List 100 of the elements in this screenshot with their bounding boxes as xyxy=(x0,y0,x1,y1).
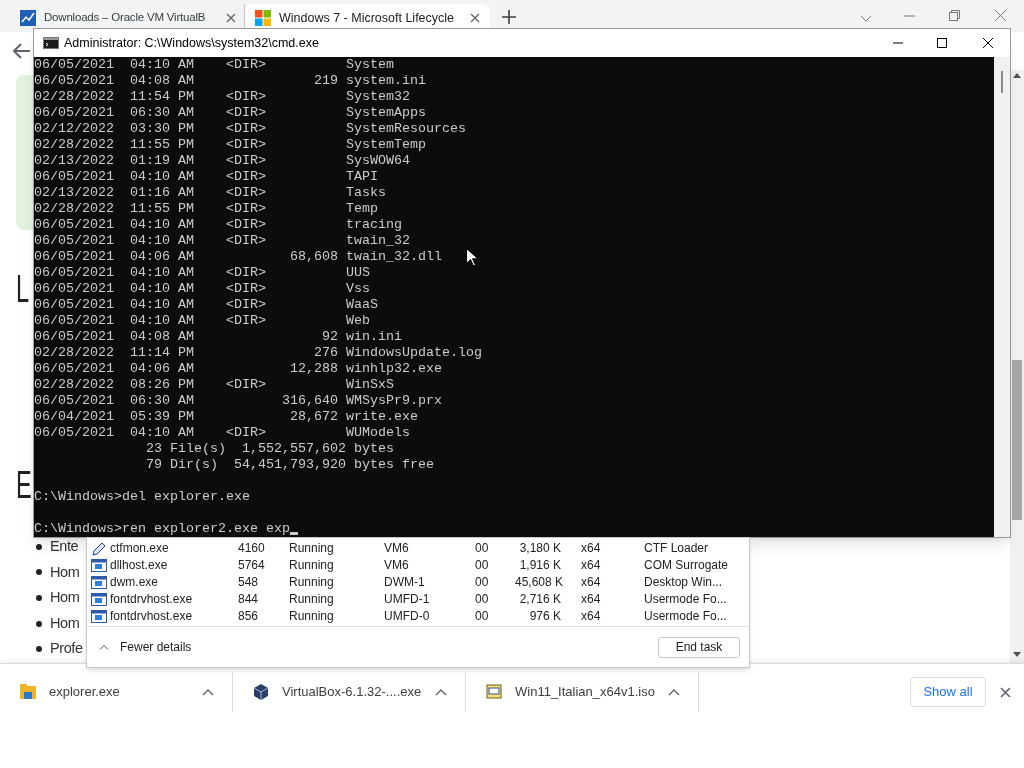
table-cell: DWM-1 xyxy=(384,575,425,589)
table-cell: x64 xyxy=(581,558,601,572)
table-cell: 00 xyxy=(475,541,489,555)
disc-image-icon xyxy=(486,684,502,700)
list-item-text: Hom xyxy=(50,562,80,582)
scroll-down-arrow-icon[interactable] xyxy=(1013,652,1021,658)
table-cell: 976 K xyxy=(529,609,561,623)
end-task-button[interactable]: End task xyxy=(658,636,740,658)
process-name: dllhost.exe xyxy=(110,558,168,572)
window-icon xyxy=(91,608,107,624)
list-item-text: Hom xyxy=(50,613,80,633)
table-cell: 00 xyxy=(475,558,489,572)
show-all-button[interactable]: Show all xyxy=(910,677,986,707)
bullet-icon xyxy=(36,646,42,653)
maximize-icon[interactable] xyxy=(936,37,948,49)
table-cell: Desktop Win... xyxy=(644,575,723,589)
table-cell: 1,916 K xyxy=(519,558,561,572)
console-line: 06/05/2021 04:10 AM <DIR> TAPI xyxy=(34,169,378,185)
table-cell: 00 xyxy=(475,575,489,589)
table-cell: 856 xyxy=(238,609,259,623)
caret-up-icon[interactable] xyxy=(435,688,447,696)
download-item[interactable]: Win11_Italian_x64v1.iso xyxy=(466,672,699,712)
console-line: C:\Windows>ren explorer2.exe exp xyxy=(34,521,290,537)
scroll-up-arrow-icon[interactable] xyxy=(1013,72,1021,78)
download-item[interactable]: VirtualBox-6.1.32-....exe xyxy=(233,672,466,712)
table-cell: 2,716 K xyxy=(519,592,561,606)
console-line: 06/05/2021 04:10 AM <DIR> Vss xyxy=(34,281,370,297)
console-line: 02/12/2022 03:30 PM <DIR> SystemResources xyxy=(34,121,466,137)
table-cell: Running xyxy=(289,609,334,623)
process-name: ctfmon.exe xyxy=(110,541,169,555)
table-cell: x64 xyxy=(581,609,601,623)
table-cell: Running xyxy=(289,558,334,572)
table-cell: VM6 xyxy=(384,541,409,555)
table-cell: Usermode Fo... xyxy=(644,609,727,623)
console-line: 02/13/2022 01:19 AM <DIR> SysWOW64 xyxy=(34,153,410,169)
console-line: 79 Dir(s) 54,451,793,920 bytes free xyxy=(144,457,434,473)
window-icon xyxy=(91,557,107,573)
console-line: 06/05/2021 04:10 AM <DIR> WaaS xyxy=(34,297,378,313)
four-squares-icon xyxy=(255,10,271,26)
bullet-icon xyxy=(36,543,42,550)
console-line: C:\Windows>del explorer.exe xyxy=(34,489,250,505)
mouse-pointer-icon xyxy=(466,248,478,267)
page-heading: L xyxy=(16,268,30,310)
table-cell: Running xyxy=(289,541,334,555)
back-arrow-icon[interactable] xyxy=(13,43,31,59)
process-name: dwm.exe xyxy=(110,575,159,589)
table-cell: Usermode Fo... xyxy=(644,592,727,606)
console-line: 06/05/2021 04:10 AM <DIR> WUModels xyxy=(34,425,410,441)
window-title: Administrator: C:\Windows\system32\cmd.exe xyxy=(64,34,319,52)
page-heading: E xyxy=(16,464,32,506)
chart-icon xyxy=(20,10,36,26)
table-cell: 4160 xyxy=(238,541,265,555)
bullet-icon xyxy=(36,569,42,576)
terminal-icon xyxy=(43,37,59,49)
close-icon[interactable] xyxy=(1000,686,1011,698)
table-cell: Running xyxy=(289,592,334,606)
table-cell: Running xyxy=(289,575,334,589)
scrollbar-thumb[interactable] xyxy=(1012,360,1022,520)
table-cell: COM Surrogate xyxy=(644,558,729,572)
console-line: 02/28/2022 11:55 PM <DIR> SystemTemp xyxy=(34,137,426,153)
scrollbar-thumb[interactable] xyxy=(1001,71,1003,93)
console-line: 06/05/2021 04:10 AM <DIR> Web xyxy=(34,313,370,329)
window-icon xyxy=(91,591,107,607)
window-icon xyxy=(91,574,107,590)
table-cell: 45,608 K xyxy=(515,575,564,589)
list-item-text: Ente xyxy=(50,536,79,556)
folder-icon xyxy=(20,684,36,700)
scrollbar[interactable] xyxy=(994,57,1010,537)
table-cell: VM6 xyxy=(384,558,409,572)
console-line: 06/04/2021 05:39 PM 28,672 write.exe xyxy=(34,409,418,425)
chevron-down-icon[interactable] xyxy=(860,15,872,22)
process-name: fontdrvhost.exe xyxy=(110,592,193,606)
caret-up-icon[interactable] xyxy=(202,688,214,696)
bullet-icon xyxy=(36,620,42,627)
table-cell: 00 xyxy=(475,592,489,606)
download-item[interactable]: explorer.exe xyxy=(0,672,233,712)
console-line: 06/05/2021 04:06 AM 68,608 twain_32.dll xyxy=(34,249,442,265)
close-icon[interactable] xyxy=(982,37,994,49)
console-line: 06/05/2021 04:06 AM 12,288 winhlp32.exe xyxy=(34,361,442,377)
console-line: 02/28/2022 08:26 PM <DIR> WinSxS xyxy=(34,377,394,393)
console-line: 06/05/2021 04:10 AM <DIR> UUS xyxy=(34,265,370,281)
process-name: fontdrvhost.exe xyxy=(110,609,193,623)
fewer-details-link[interactable]: Fewer details xyxy=(120,638,192,656)
console-line: 06/05/2021 04:08 AM 92 win.ini xyxy=(34,329,402,345)
console-line: 06/05/2021 04:08 AM 219 system.ini xyxy=(34,73,426,89)
console-line: 23 File(s) 1,552,557,602 bytes xyxy=(144,441,394,457)
console-line: 02/28/2022 11:14 PM 276 WindowsUpdate.log xyxy=(34,345,482,361)
console-line: 06/05/2021 06:30 AM <DIR> SystemApps xyxy=(34,105,426,121)
console-line: 06/05/2021 06:30 AM 316,640 WMSysPr9.prx xyxy=(34,393,442,409)
list-item-text: Hom xyxy=(50,588,80,608)
table-cell: 844 xyxy=(238,592,259,606)
caret-up-icon[interactable] xyxy=(668,688,680,696)
close-icon[interactable] xyxy=(470,13,480,23)
cube-icon xyxy=(253,684,269,700)
table-cell: CTF Loader xyxy=(644,541,709,555)
console-line: 02/28/2022 11:55 PM <DIR> Temp xyxy=(34,201,378,217)
caret-up-icon[interactable] xyxy=(99,644,109,650)
restore-icon[interactable] xyxy=(949,10,960,21)
new-tab-icon[interactable] xyxy=(502,10,516,24)
table-cell: 3,180 K xyxy=(519,541,561,555)
